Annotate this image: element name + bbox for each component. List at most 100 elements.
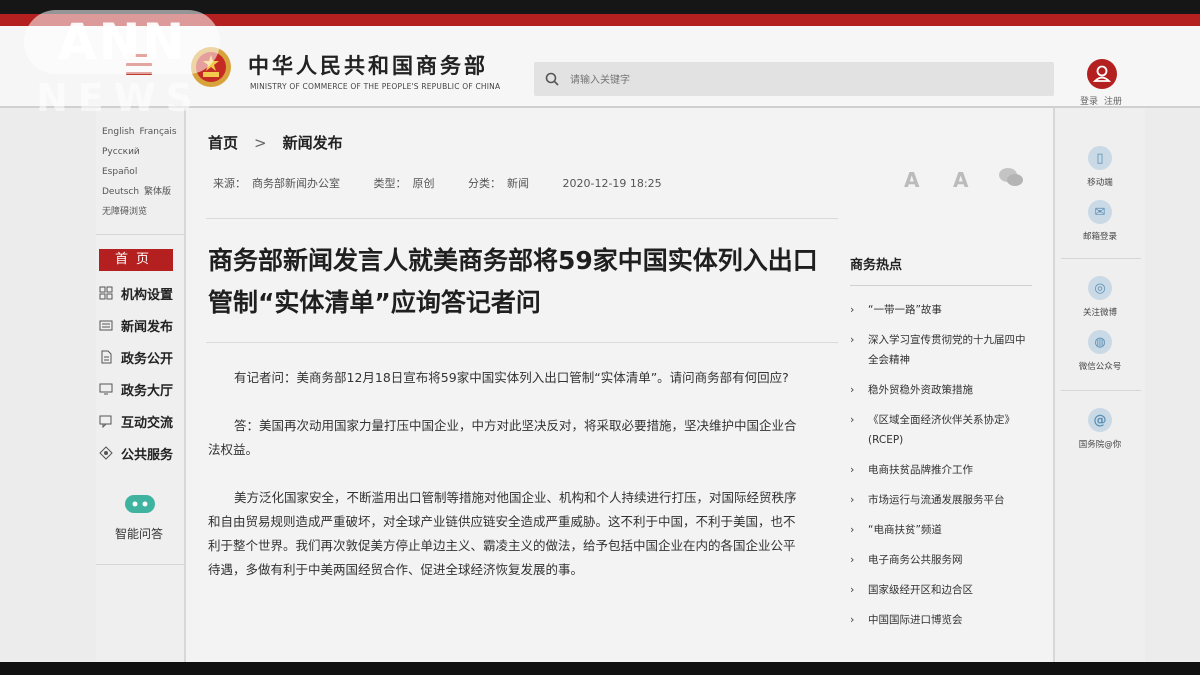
- search-icon[interactable]: [544, 71, 560, 87]
- chevron-right-icon: ›: [850, 303, 855, 316]
- nav-government-affairs[interactable]: 政务公开: [96, 341, 184, 373]
- register-link[interactable]: 注册: [1104, 97, 1122, 107]
- mobile-link[interactable]: ▯ 移动端: [1055, 146, 1145, 188]
- user-links: 登录 注册: [1080, 94, 1128, 107]
- lang-traditional[interactable]: 繁体版: [144, 182, 171, 202]
- article-body: 有记者问：美商务部12月18日宣布将59家中国实体列入出口管制“实体清单”。请问…: [208, 366, 806, 606]
- divider: [96, 564, 184, 565]
- font-decrease-button[interactable]: A: [953, 168, 968, 192]
- menu-icon[interactable]: [126, 54, 152, 76]
- hot-topic-item[interactable]: › 稳外贸稳外资政策措施: [850, 380, 1032, 400]
- news-icon: [99, 320, 113, 331]
- chevron-right-icon: ›: [850, 613, 855, 626]
- divider: [96, 234, 184, 235]
- monitor-icon: [99, 383, 113, 395]
- breadcrumb-news[interactable]: 新闻发布: [283, 134, 343, 152]
- top-red-bar: [0, 14, 1200, 26]
- hot-topics-title: 商务热点: [850, 254, 1032, 286]
- category-label: 分类：: [468, 177, 501, 190]
- lang-english[interactable]: English: [102, 122, 135, 142]
- document-icon: [101, 350, 112, 364]
- hot-topic-item[interactable]: › 电子商务公共服务网: [850, 550, 1032, 570]
- at-sign-icon: @: [1088, 408, 1112, 432]
- paragraph-answer: 答：美国再次动用国家力量打压中国企业，中方对此坚决反对，将采取必要措施，坚决维护…: [208, 418, 797, 457]
- hot-topic-item[interactable]: › 中国国际进口博览会: [850, 610, 1032, 630]
- nav-service-hall[interactable]: 政务大厅: [96, 373, 184, 405]
- wechat-icon: ◍: [1088, 330, 1112, 354]
- type-label: 类型：: [373, 177, 407, 190]
- mobile-icon: ▯: [1088, 146, 1112, 170]
- chat-icon: [99, 415, 112, 428]
- nav-label: 政务大厅: [121, 383, 174, 399]
- video-letterbox-bottom: [0, 662, 1200, 675]
- category-value: 新闻: [507, 177, 529, 190]
- type-value: 原创: [412, 177, 435, 190]
- wechat-share-icon[interactable]: [998, 166, 1024, 188]
- email-login-label: 邮箱登录: [1082, 232, 1117, 242]
- nav-label: 互动交流: [121, 415, 174, 431]
- email-login-link[interactable]: ✉ 邮箱登录: [1055, 200, 1145, 242]
- nav-news[interactable]: 新闻发布: [96, 309, 184, 341]
- wechat-account-label: 微信公众号: [1078, 362, 1122, 372]
- search-input[interactable]: [568, 69, 1042, 91]
- paragraph-question: 有记者问：美商务部12月18日宣布将59家中国实体列入出口管制“实体清单”。请问…: [234, 370, 789, 385]
- lang-german[interactable]: Deutsch: [102, 182, 139, 202]
- weibo-icon: ◎: [1088, 276, 1112, 300]
- hot-topic-item[interactable]: › “电商扶贫”频道: [850, 520, 1032, 540]
- browser-viewport: 中华人民共和国商务部 MINISTRY OF COMMERCE OF THE P…: [0, 14, 1200, 662]
- accessibility-link[interactable]: 无障碍浏览: [102, 202, 147, 222]
- site-header: 中华人民共和国商务部 MINISTRY OF COMMERCE OF THE P…: [0, 26, 1200, 108]
- chevron-right-icon: >: [254, 134, 267, 152]
- wechat-account-link[interactable]: ◍ 微信公众号: [1055, 330, 1145, 372]
- font-increase-button[interactable]: A: [904, 168, 919, 192]
- hot-topic-item[interactable]: › 《区域全面经济伙伴关系协定》(RCEP): [850, 410, 1032, 450]
- lang-spanish[interactable]: Español: [102, 162, 137, 182]
- chevron-right-icon: ›: [850, 553, 855, 566]
- nav-label: 公共服务: [121, 447, 174, 463]
- hot-topic-item[interactable]: › 电商扶贫品牌推介工作: [850, 460, 1032, 480]
- divider: [206, 218, 838, 219]
- chevron-right-icon: ›: [850, 333, 855, 346]
- login-link[interactable]: 登录: [1080, 97, 1098, 107]
- robot-assistant-icon[interactable]: [124, 493, 156, 515]
- ministry-name-cn[interactable]: 中华人民共和国商务部: [248, 50, 488, 80]
- nav-label: 机构设置: [121, 287, 174, 303]
- chevron-right-icon: ›: [850, 493, 855, 506]
- service-icon: [99, 446, 113, 460]
- mail-icon: ✉: [1088, 200, 1112, 224]
- paragraph-statement: 美方泛化国家安全，不断滥用出口管制等措施对他国企业、机构和个人持续进行打压，对国…: [208, 490, 797, 577]
- assistant-label[interactable]: 智能问答: [96, 525, 184, 542]
- hot-topic-item[interactable]: › “一带一路”故事: [850, 300, 1032, 320]
- hot-topic-item[interactable]: › 国家级经开区和边合区: [850, 580, 1032, 600]
- national-emblem-icon[interactable]: [190, 46, 232, 88]
- nav-public-service[interactable]: 公共服务: [96, 437, 184, 469]
- lang-russian[interactable]: Русский: [102, 142, 140, 162]
- nav-home[interactable]: 首页: [99, 249, 173, 271]
- mobile-label: 移动端: [1087, 178, 1113, 188]
- hot-topics-list: › “一带一路”故事 › 深入学习宣传贯彻党的十九届四中全会精神 › 稳外贸稳外资政策…: [850, 286, 1032, 630]
- divider: [206, 342, 838, 343]
- publish-datetime: 2020-12-19 18:25: [562, 177, 662, 190]
- breadcrumb: 首页 > 新闻发布: [208, 132, 343, 153]
- hot-topic-item[interactable]: › 市场运行与流通发展服务平台: [850, 490, 1032, 510]
- source-value: 商务部新闻办公室: [252, 177, 340, 190]
- breadcrumb-home[interactable]: 首页: [208, 134, 238, 152]
- lang-french[interactable]: Français: [140, 122, 177, 142]
- hot-topics-panel: 商务热点 › “一带一路”故事 › 深入学习宣传贯彻党的十九届四中全会精神 › 稳外贸…: [850, 254, 1032, 640]
- ministry-name-en: MINISTRY OF COMMERCE OF THE PEOPLE'S REP…: [250, 82, 501, 91]
- chevron-right-icon: ›: [850, 413, 855, 426]
- weibo-link[interactable]: ◎ 关注微博: [1055, 276, 1145, 318]
- article-meta: 来源： 商务部新闻办公室 类型： 原创 分类： 新闻 2020-12-19 18:25: [213, 175, 662, 191]
- chevron-right-icon: ›: [850, 523, 855, 536]
- state-council-link[interactable]: @ 国务院@你: [1055, 408, 1145, 450]
- hot-topic-item[interactable]: › 深入学习宣传贯彻党的十九届四中全会精神: [850, 330, 1032, 370]
- search-box: [534, 62, 1054, 96]
- chevron-right-icon: ›: [850, 383, 855, 396]
- source-label: 来源：: [213, 177, 246, 190]
- nav-interaction[interactable]: 互动交流: [96, 405, 184, 437]
- divider: [1061, 390, 1141, 391]
- nav-org[interactable]: 机构设置: [96, 277, 184, 309]
- user-avatar-icon[interactable]: [1087, 59, 1117, 89]
- weibo-label: 关注微博: [1082, 308, 1117, 318]
- nav-label: 政务公开: [121, 351, 174, 367]
